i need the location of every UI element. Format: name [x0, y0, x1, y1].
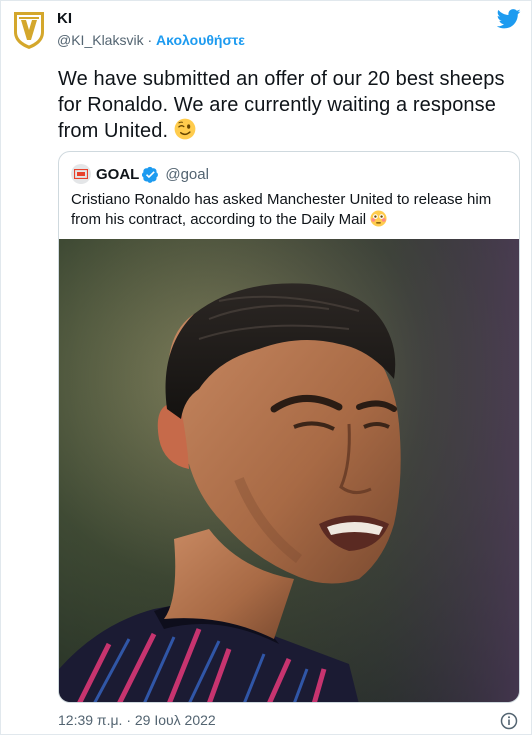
flushed-face-emoji [370, 210, 387, 227]
quoted-body: Cristiano Ronaldo has asked Manchester U… [71, 191, 492, 228]
quoted-handle[interactable]: @goal [165, 166, 209, 183]
tweet-timestamp[interactable]: 12:39 π.μ. · 29 Ιουλ 2022 [58, 712, 216, 728]
quoted-display-name[interactable]: GOAL [96, 166, 139, 183]
goal-logo-icon[interactable] [71, 164, 91, 184]
quoted-tweet[interactable]: GOAL @goal Cristiano Ronaldo has asked M… [58, 151, 520, 703]
klaksvik-crest-icon[interactable] [11, 10, 47, 50]
author-handle[interactable]: @KI_Klaksvik [57, 32, 144, 48]
twitter-bird-icon[interactable] [497, 9, 521, 29]
tweet-text: We have submitted an offer of our 20 bes… [58, 66, 513, 144]
quoted-tweet-header: GOAL @goal [71, 164, 209, 184]
winking-face-emoji [174, 118, 196, 140]
follow-button[interactable]: Ακολουθήστε [156, 32, 245, 48]
meta-separator: · [147, 32, 153, 48]
quoted-tweet-text: Cristiano Ronaldo has asked Manchester U… [71, 190, 509, 230]
info-icon[interactable] [500, 712, 518, 730]
ronaldo-photo[interactable] [59, 239, 520, 703]
tweet-body: We have submitted an offer of our 20 bes… [58, 68, 505, 142]
author-meta: @KI_Klaksvik · Ακολουθήστε [57, 32, 245, 48]
verified-badge-icon [142, 166, 159, 183]
author-display-name[interactable]: ΚΙ [57, 10, 72, 27]
tweet-embed-card: ΚΙ @KI_Klaksvik · Ακολουθήστε We have su… [0, 0, 532, 735]
